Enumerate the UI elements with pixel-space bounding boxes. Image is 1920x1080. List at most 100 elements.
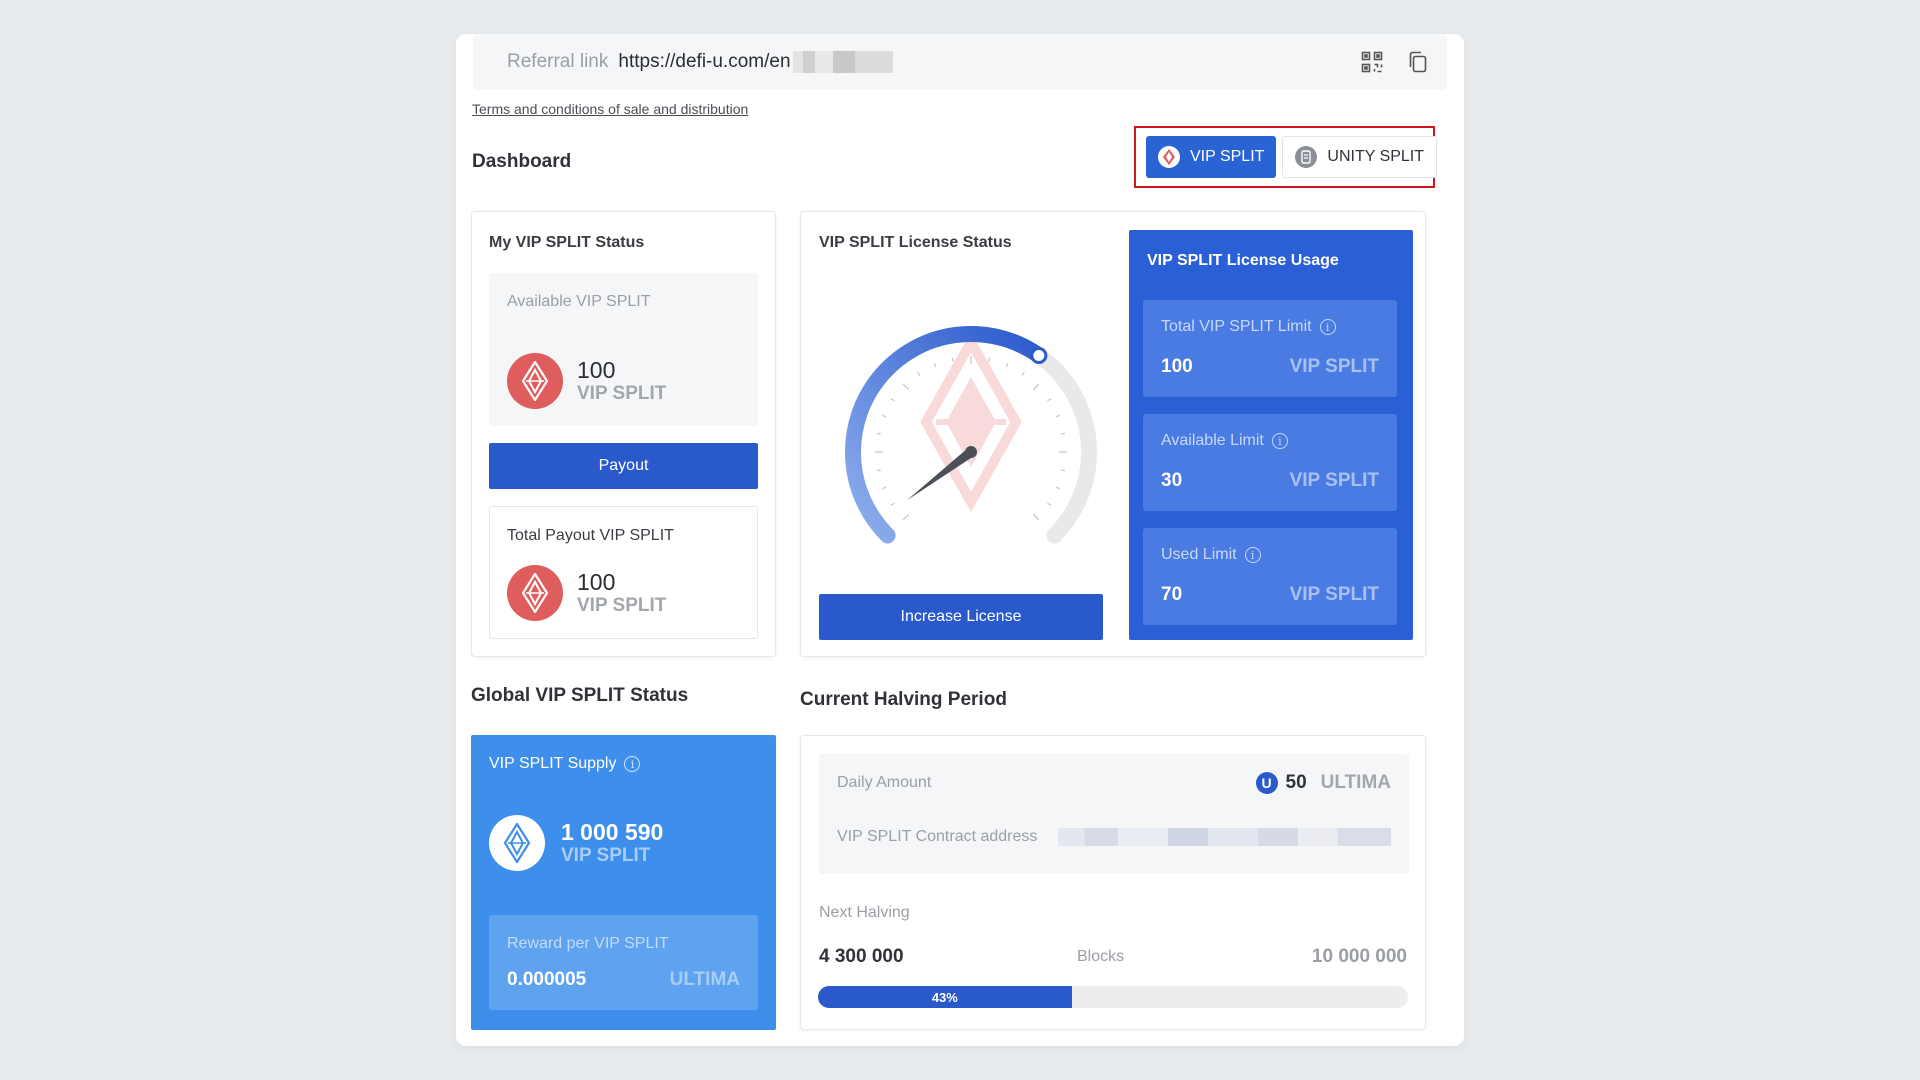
usage-unit-total: VIP SPLIT: [1289, 356, 1379, 377]
vip-split-tab[interactable]: VIP SPLIT: [1146, 136, 1277, 178]
referral-label: Referral link: [507, 51, 609, 72]
copy-icon[interactable]: [1405, 49, 1431, 75]
gauge-tick: [876, 432, 881, 435]
qr-code-icon[interactable]: [1359, 49, 1385, 75]
gauge-tick: [882, 486, 887, 490]
available-unit: VIP SPLIT: [577, 383, 667, 405]
halving-info-box: Daily Amount U 50 ULTIMA VIP SPLIT Contr…: [819, 754, 1409, 874]
vip-split-coin-icon: [507, 353, 563, 409]
daily-amount-row: U 50 ULTIMA: [1255, 772, 1391, 794]
gauge-tick: [988, 357, 991, 362]
total-payout-label: Total Payout VIP SPLIT: [507, 527, 674, 544]
vip-split-white-coin-icon: [489, 815, 545, 871]
main-panel: Referral link https://defi-u.com/en Term…: [456, 34, 1464, 1046]
gauge-tick: [1061, 432, 1066, 435]
usage-item-used: Used Limit i 70 VIP SPLIT: [1143, 528, 1397, 625]
gauge-tick: [1021, 371, 1025, 376]
info-icon[interactable]: i: [1244, 547, 1261, 563]
gauge-tick: [890, 502, 895, 506]
info-icon[interactable]: i: [624, 756, 641, 772]
supply-card: VIP SPLIT Supply i 1 000 590 VIP SPLIT R…: [471, 735, 776, 1030]
license-usage-panel: VIP SPLIT License Usage Total VIP SPLIT …: [1129, 230, 1413, 640]
supply-label-row: VIP SPLIT Supply i: [489, 755, 641, 773]
gauge-tick: [902, 383, 910, 391]
contract-address-label: VIP SPLIT Contract address: [837, 828, 1038, 845]
license-status-title: VIP SPLIT License Status: [819, 234, 1012, 251]
gauge-tick: [1047, 398, 1052, 402]
blocks-label: Blocks: [1077, 948, 1125, 965]
target-blocks: 10 000 000: [1311, 946, 1407, 967]
usage-item-available: Available Limit i 30 VIP SPLIT: [1143, 414, 1397, 511]
available-box: Available VIP SPLIT 100 VIP SPLIT: [489, 273, 758, 426]
usage-label-total: Total VIP SPLIT Limit: [1161, 318, 1312, 335]
license-usage-title: VIP SPLIT License Usage: [1147, 252, 1339, 269]
license-card: VIP SPLIT License Status Increase Licens…: [800, 211, 1426, 657]
usage-unit-available: VIP SPLIT: [1289, 470, 1379, 491]
usage-value-used: 70: [1161, 584, 1183, 605]
referral-url[interactable]: https://defi-u.com/en: [618, 51, 790, 73]
available-value: 100: [577, 356, 616, 383]
gauge-tick: [882, 414, 887, 418]
gauge-knob: [1030, 346, 1048, 364]
license-gauge: [845, 326, 1097, 544]
unity-split-tab[interactable]: UNITY SPLIT: [1282, 136, 1438, 178]
contract-address-redacted[interactable]: [1058, 828, 1391, 846]
halving-progress-label: 43%: [931, 989, 958, 1005]
halving-progress-bar: 43%: [818, 986, 1408, 1008]
reward-box: Reward per VIP SPLIT 0.000005 ULTIMA: [489, 915, 758, 1010]
supply-unit: VIP SPLIT: [561, 845, 651, 867]
next-halving-label: Next Halving: [819, 904, 910, 921]
usage-value-total: 100: [1161, 356, 1193, 377]
gauge-tick: [1047, 502, 1052, 506]
daily-amount-label: Daily Amount: [837, 774, 932, 791]
available-label: Available VIP SPLIT: [507, 293, 651, 310]
unity-split-icon: [1295, 146, 1318, 168]
available-token: 100 VIP SPLIT: [507, 353, 666, 409]
split-switcher: VIP SPLIT UNITY SPLIT: [1134, 126, 1438, 188]
daily-amount-unit: ULTIMA: [1320, 772, 1391, 793]
halving-progress-fill: 43%: [818, 986, 1072, 1008]
supply-label: VIP SPLIT Supply: [489, 755, 617, 772]
ultima-coin-icon: U: [1255, 772, 1278, 794]
gauge-tick: [1005, 363, 1009, 368]
gauge-tick: [876, 469, 881, 472]
global-status-title: Global VIP SPLIT Status: [471, 685, 689, 706]
vip-split-icon: [1158, 146, 1180, 168]
info-icon[interactable]: i: [1271, 433, 1288, 449]
reward-unit: ULTIMA: [669, 969, 740, 990]
usage-item-total: Total VIP SPLIT Limit i 100 VIP SPLIT: [1143, 300, 1397, 397]
gauge-tick: [951, 357, 954, 362]
referral-url-redacted: [792, 51, 893, 73]
reward-label: Reward per VIP SPLIT: [507, 935, 669, 952]
total-payout-unit: VIP SPLIT: [577, 595, 667, 617]
gauge-tick: [933, 363, 937, 368]
gauge-tick: [890, 398, 895, 402]
gauge-tick: [1055, 414, 1060, 418]
my-status-card: My VIP SPLIT Status Available VIP SPLIT …: [471, 211, 776, 657]
supply-token: 1 000 590 VIP SPLIT: [489, 815, 663, 871]
vip-split-tab-label: VIP SPLIT: [1190, 148, 1265, 165]
total-payout-box: Total Payout VIP SPLIT 100 VIP SPLIT: [489, 506, 758, 639]
info-icon[interactable]: i: [1319, 319, 1336, 335]
usage-label-available: Available Limit: [1161, 432, 1264, 449]
total-payout-token: 100 VIP SPLIT: [507, 565, 666, 621]
gauge-tick: [1032, 513, 1040, 521]
payout-button[interactable]: Payout: [489, 443, 758, 489]
usage-unit-used: VIP SPLIT: [1289, 584, 1379, 605]
gauge-tick: [1061, 469, 1066, 472]
supply-value: 1 000 590: [561, 818, 664, 845]
gauge-tick: [917, 371, 921, 376]
referral-bar: Referral link https://defi-u.com/en: [473, 34, 1447, 90]
vip-split-coin-icon: [507, 565, 563, 621]
usage-value-available: 30: [1161, 470, 1183, 491]
dashboard-title: Dashboard: [472, 151, 572, 172]
unity-split-tab-label: UNITY SPLIT: [1327, 148, 1425, 165]
daily-amount-value: 50: [1285, 772, 1307, 793]
reward-value: 0.000005: [507, 969, 587, 990]
halving-title: Current Halving Period: [800, 689, 1007, 710]
terms-link[interactable]: Terms and conditions of sale and distrib…: [472, 101, 748, 117]
current-blocks: 4 300 000: [819, 946, 904, 967]
gauge-tick: [1055, 486, 1060, 490]
increase-license-button[interactable]: Increase License: [819, 594, 1103, 640]
gauge-tick: [1032, 383, 1040, 391]
